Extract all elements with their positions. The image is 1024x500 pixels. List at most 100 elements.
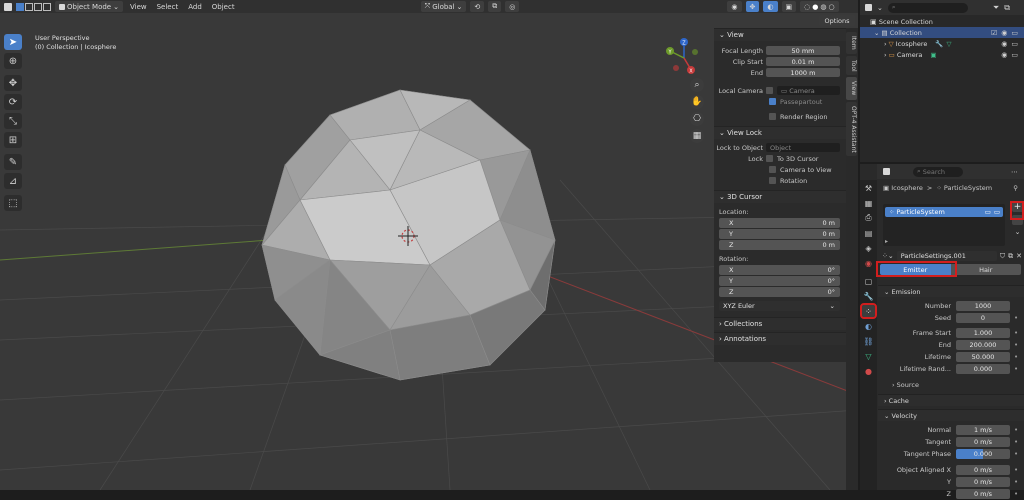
editor-type-icon[interactable] [4, 2, 12, 11]
tab-item[interactable]: Item [846, 32, 857, 54]
menu-add[interactable]: Add [185, 3, 205, 11]
pin-icon[interactable]: ⚲ [1013, 184, 1018, 192]
zoom-button[interactable]: ⌕ [690, 78, 704, 92]
camera-to-view-checkbox[interactable] [769, 166, 776, 173]
tab-view[interactable]: View [846, 77, 857, 100]
object-aligned-x-field[interactable]: 0 m/s [956, 465, 1010, 475]
ortho-toggle-button[interactable]: ▦ [690, 129, 704, 143]
camera-view-button[interactable]: ⎔ [690, 112, 704, 126]
list-resize-handle[interactable]: ▸ [885, 238, 888, 245]
camera-selector[interactable]: ▭ Camera [777, 86, 840, 95]
source-subpanel-header[interactable]: › Source [878, 379, 1024, 391]
particles-tab[interactable]: ⁘ [860, 303, 877, 319]
animate-property-icon[interactable]: • [1014, 329, 1018, 337]
scene-tab[interactable]: ◈ [862, 242, 875, 254]
camera-icon[interactable]: ▭ [1011, 29, 1018, 37]
collection-row[interactable]: ⌄ ▤ Collection ☑ ◉ ▭ [860, 27, 1024, 38]
outliner-search-input[interactable]: ⌕ [887, 2, 968, 13]
select-box-tool[interactable]: ➤ [4, 34, 22, 50]
rotate-tool[interactable]: ⟳ [4, 94, 22, 110]
particle-system-item[interactable]: ⁘ ParticleSystem ▭ ▭ [885, 207, 1003, 217]
funnel-icon[interactable]: ⏷ [993, 3, 999, 13]
cursor-rotation-x[interactable]: X 0° [719, 265, 840, 275]
menu-object[interactable]: Object [209, 3, 238, 11]
camera-row[interactable]: › ▭ Camera ▣ ◉ ▭ [860, 49, 1024, 60]
clip-start-field[interactable]: 0.01 m [766, 57, 840, 66]
modifier-tab[interactable]: 🔧 [862, 290, 875, 302]
menu-view[interactable]: View [127, 3, 150, 11]
new-collection-icon[interactable]: ⧉ [1004, 3, 1010, 13]
object-aligned-y-field[interactable]: 0 m/s [956, 477, 1010, 487]
tangent-field[interactable]: 0 m/s [956, 437, 1010, 447]
close-icon[interactable]: ✕ [1016, 252, 1022, 260]
filter-icon[interactable]: ⌄ [877, 4, 883, 12]
shield-icon[interactable]: ⛉ [1000, 252, 1005, 261]
cache-section-header[interactable]: › Cache [878, 394, 1024, 406]
scale-tool[interactable]: ⤡ [4, 113, 22, 129]
animate-property-icon[interactable]: • [1014, 365, 1018, 373]
options-dropdown[interactable]: Options [819, 15, 855, 26]
constraints-tab[interactable]: ⛓ [862, 335, 875, 347]
animate-property-icon[interactable]: • [1014, 314, 1018, 322]
animate-property-icon[interactable]: • [1014, 353, 1018, 361]
transform-tool[interactable]: ⊞ [4, 132, 22, 148]
menu-select[interactable]: Select [154, 3, 182, 11]
properties-search-input[interactable]: ⌕ Search [913, 166, 963, 177]
proportional-edit-toggle[interactable]: ◎ [505, 1, 520, 12]
view-layer-tab[interactable]: ▤ [862, 227, 875, 239]
checkbox-icon[interactable]: ☑ [991, 29, 997, 37]
passepartout-checkbox[interactable] [769, 98, 776, 105]
mode-dropdown[interactable]: Object Mode ⌄ [55, 1, 123, 12]
transform-orientation-dropdown[interactable]: ⤧ Global ⌄ [420, 1, 467, 12]
add-cube-tool[interactable]: ⬚ [4, 195, 22, 211]
eye-icon[interactable]: ◉ [1001, 40, 1007, 48]
select-mode-group[interactable] [16, 2, 51, 11]
animate-property-icon[interactable]: • [1014, 478, 1018, 486]
frame-start-field[interactable]: 1.000 [956, 328, 1010, 338]
local-camera-checkbox[interactable] [766, 87, 773, 94]
move-tool[interactable]: ✥ [4, 75, 22, 91]
cursor-rotation-y[interactable]: Y 0° [719, 276, 840, 286]
eye-icon[interactable]: ◉ [1001, 29, 1007, 37]
xray-toggle[interactable]: ▣ [781, 1, 797, 12]
collections-section-header[interactable]: › Collections [714, 317, 846, 330]
monitor-icon[interactable]: ▭ [985, 208, 991, 216]
shading-modes[interactable]: ◌ ● ◍ ○ [800, 1, 839, 12]
velocity-section-header[interactable]: ⌄ Velocity [878, 409, 1024, 421]
pan-button[interactable]: ✋ [690, 95, 704, 109]
pin-icon[interactable]: ⋯ [1011, 168, 1018, 176]
cursor-location-y[interactable]: Y 0 m [719, 229, 840, 239]
tab-opt4-assistant[interactable]: OPT-4 Assistant [846, 101, 857, 157]
physics-tab[interactable]: ◐ [862, 320, 875, 332]
animate-property-icon[interactable]: • [1014, 466, 1018, 474]
chevron-down-icon[interactable]: ⌄ [1015, 228, 1021, 236]
cursor-tool[interactable]: ⊕ [4, 53, 22, 69]
render-region-checkbox[interactable] [769, 113, 776, 120]
animate-property-icon[interactable]: • [1014, 438, 1018, 446]
duplicate-icon[interactable]: ⧉ [1008, 252, 1013, 261]
animate-property-icon[interactable]: • [1014, 426, 1018, 434]
tool-tab[interactable]: ⚒ [862, 182, 875, 194]
properties-editor-icon[interactable] [883, 168, 890, 175]
focal-length-field[interactable]: 50 mm [766, 46, 840, 55]
object-aligned-z-field[interactable]: 0 m/s [956, 489, 1010, 499]
particle-settings-selector[interactable]: ParticleSettings.001 [896, 251, 997, 261]
material-tab[interactable]: ● [862, 365, 875, 377]
normal-field[interactable]: 1 m/s [956, 425, 1010, 435]
snap-toggle[interactable]: ⧉ [488, 1, 502, 12]
animate-property-icon[interactable]: • [1014, 341, 1018, 349]
data-tab[interactable]: ▽ [862, 350, 875, 362]
object-tab[interactable]: ▢ [862, 275, 875, 287]
animate-property-icon[interactable]: • [1014, 490, 1018, 498]
view-lock-section-header[interactable]: ⌄ View Lock [714, 126, 846, 139]
cursor-location-x[interactable]: X 0 m [719, 218, 840, 228]
end-field[interactable]: 200.000 [956, 340, 1010, 350]
tab-tool[interactable]: Tool [846, 55, 857, 76]
output-tab[interactable]: ⎙ [862, 212, 875, 224]
world-tab[interactable]: ◉ [862, 257, 875, 269]
eye-icon[interactable]: ◉ [1001, 51, 1007, 59]
pivot-dropdown[interactable]: ⟲ [470, 1, 485, 12]
annotations-section-header[interactable]: › Annotations [714, 332, 846, 345]
camera-icon[interactable]: ▭ [1011, 40, 1018, 48]
camera-icon[interactable]: ▭ [1011, 51, 1018, 59]
